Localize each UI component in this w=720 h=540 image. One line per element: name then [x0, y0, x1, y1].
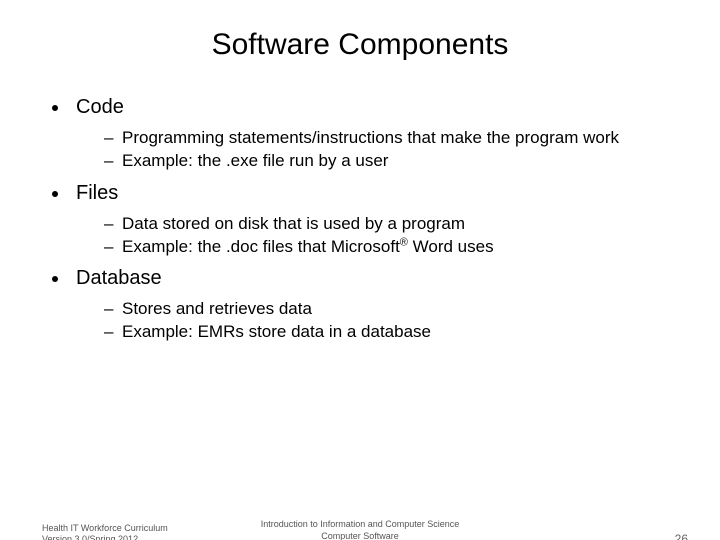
- list-item: Database Stores and retrieves data Examp…: [70, 267, 680, 343]
- list-item-label: Database: [76, 267, 162, 290]
- list-item: Code Programming statements/instructions…: [70, 96, 680, 172]
- bullet-list: Code Programming statements/instructions…: [40, 96, 680, 343]
- sub-list-item: Example: the .exe file run by a user: [104, 150, 680, 171]
- sub-list: Programming statements/instructions that…: [76, 127, 680, 172]
- sub-list-item: Example: EMRs store data in a database: [104, 321, 680, 342]
- footer-center: Introduction to Information and Computer…: [0, 519, 720, 540]
- page-number: 26: [675, 532, 688, 540]
- sub-list-item: Programming statements/instructions that…: [104, 127, 680, 148]
- sub-list-item: Data stored on disk that is used by a pr…: [104, 213, 680, 234]
- footer-center-line1: Introduction to Information and Computer…: [0, 519, 720, 531]
- sub-list: Data stored on disk that is used by a pr…: [76, 213, 680, 258]
- list-item: Files Data stored on disk that is used b…: [70, 182, 680, 258]
- list-item-label: Code: [76, 96, 124, 119]
- list-item-label: Files: [76, 182, 118, 205]
- sub-list-item: Stores and retrieves data: [104, 298, 680, 319]
- footer-center-line2: Computer Software: [0, 531, 720, 540]
- sub-list: Stores and retrieves data Example: EMRs …: [76, 298, 680, 343]
- registered-icon: ®: [400, 236, 408, 248]
- slide-body: Code Programming statements/instructions…: [0, 96, 720, 343]
- sub-list-item: Example: the .doc files that Microsoft® …: [104, 236, 680, 257]
- slide-title: Software Components: [0, 28, 720, 62]
